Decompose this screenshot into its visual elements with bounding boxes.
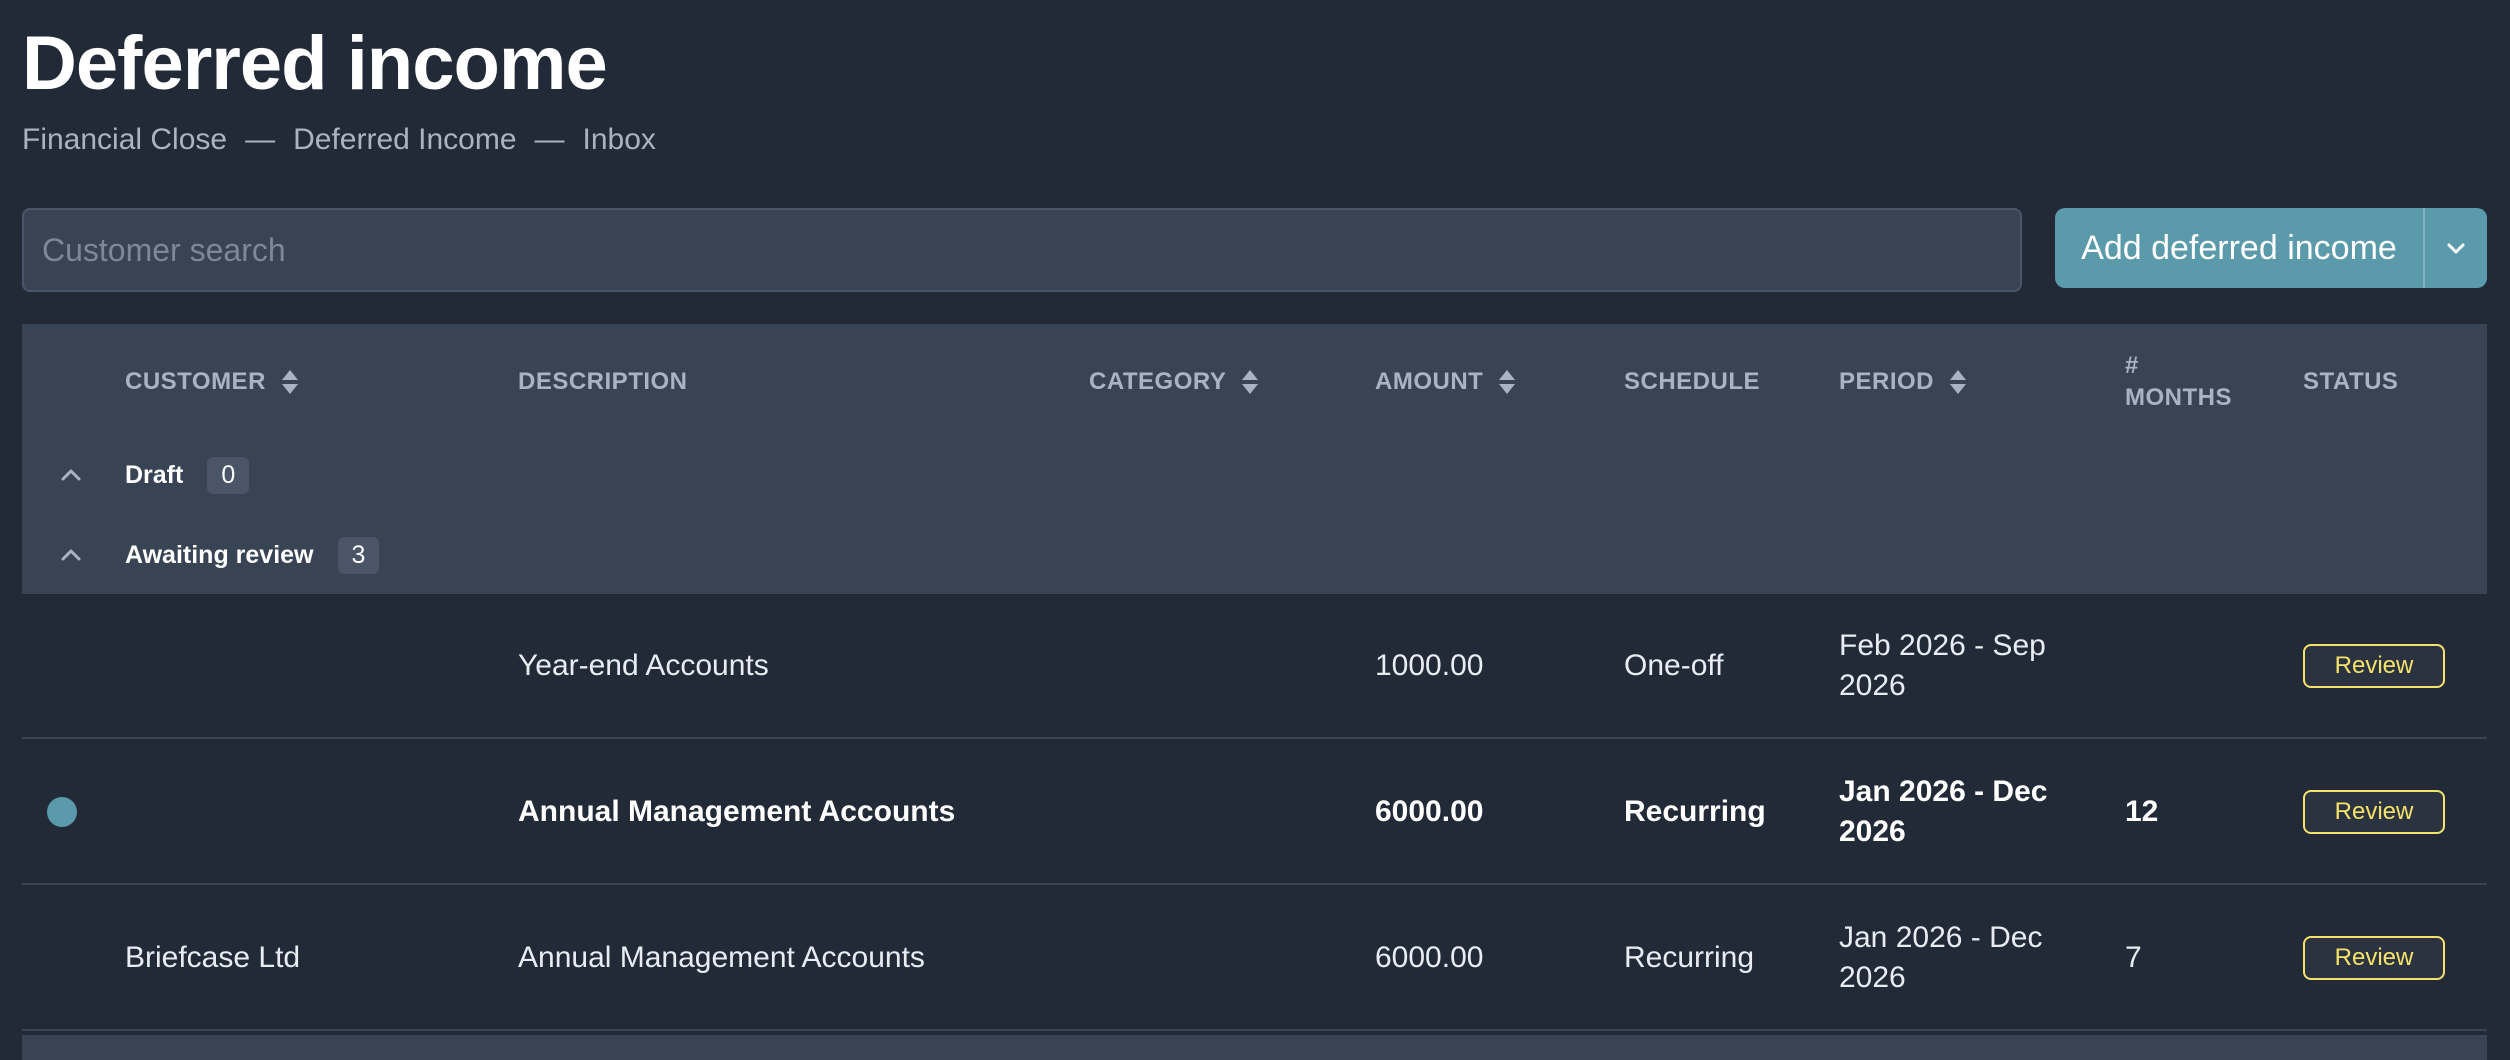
unread-indicator-dot xyxy=(47,796,77,827)
table-header: CUSTOMER DESCRIPTION CATEGORY AMOUNT SCH… xyxy=(22,324,2487,594)
cell-amount: 6000.00 xyxy=(1375,794,1484,828)
page: Deferred income Financial Close — Deferr… xyxy=(0,0,2510,1060)
review-button[interactable]: Review xyxy=(2303,643,2445,688)
cell-period-line1: Jan 2026 - Dec xyxy=(1839,774,2048,808)
cell-months: 12 xyxy=(2125,794,2159,828)
column-header-description: DESCRIPTION xyxy=(518,366,688,398)
cell-description: Year-end Accounts xyxy=(518,648,769,682)
cell-customer: Briefcase Ltd xyxy=(125,940,301,974)
table-row[interactable]: Briefcase Ltd Annual Management Accounts… xyxy=(22,886,2487,1031)
table-row[interactable]: Year-end Accounts 1000.00 One-off Feb 20… xyxy=(22,594,2487,739)
add-options-dropdown-button[interactable] xyxy=(2423,208,2487,288)
column-header-category[interactable]: CATEGORY xyxy=(1089,366,1260,398)
page-title: Deferred income xyxy=(22,21,608,106)
cell-period-line2: 2026 xyxy=(1839,668,1906,702)
column-header-period[interactable]: PERIOD xyxy=(1839,366,1968,398)
column-header-customer-label: CUSTOMER xyxy=(125,368,266,395)
table-row[interactable]: Annual Management Accounts 6000.00 Recur… xyxy=(22,740,2487,885)
column-header-amount[interactable]: AMOUNT xyxy=(1375,366,1517,398)
cell-amount: 1000.00 xyxy=(1375,648,1484,682)
breadcrumb-separator: — xyxy=(534,123,565,156)
chevron-up-icon[interactable] xyxy=(56,460,86,490)
add-deferred-income-button[interactable]: Add deferred income xyxy=(2055,208,2423,288)
column-header-months-line1: # xyxy=(2125,352,2139,379)
column-header-amount-label: AMOUNT xyxy=(1375,368,1484,395)
chevron-down-icon xyxy=(2447,243,2465,254)
column-header-schedule-label: SCHEDULE xyxy=(1624,368,1761,395)
sort-icon[interactable] xyxy=(1497,368,1517,396)
cell-period-line2: 2026 xyxy=(1839,960,1906,994)
cell-description: Annual Management Accounts xyxy=(518,940,925,974)
column-header-description-label: DESCRIPTION xyxy=(518,368,688,395)
cell-period-line2: 2026 xyxy=(1839,814,1906,848)
group-title: Awaiting review xyxy=(125,540,314,569)
sort-icon[interactable] xyxy=(280,368,300,396)
cell-period: Jan 2026 - Dec 2026 xyxy=(1839,772,2047,852)
review-button[interactable]: Review xyxy=(2303,935,2445,980)
sort-icon[interactable] xyxy=(1240,368,1260,396)
cell-months: 7 xyxy=(2125,940,2142,974)
customer-search-input[interactable] xyxy=(22,208,2022,292)
group-count-badge: 3 xyxy=(337,536,380,574)
breadcrumb-separator: — xyxy=(245,123,276,156)
cell-schedule: Recurring xyxy=(1624,940,1755,974)
group-label-awaiting-review: Awaiting review 3 xyxy=(125,536,380,574)
add-deferred-income-split-button: Add deferred income xyxy=(2055,208,2487,288)
group-title: Draft xyxy=(125,460,184,489)
cell-period: Feb 2026 - Sep 2026 xyxy=(1839,626,2046,706)
breadcrumb-item-deferred-income[interactable]: Deferred Income xyxy=(293,122,516,158)
review-button[interactable]: Review xyxy=(2303,789,2445,834)
column-header-status-label: STATUS xyxy=(2303,368,2399,395)
breadcrumb-item-financial-close[interactable]: Financial Close xyxy=(22,122,227,158)
cell-amount: 6000.00 xyxy=(1375,940,1484,974)
cell-description: Annual Management Accounts xyxy=(518,794,956,828)
chevron-up-icon[interactable] xyxy=(56,540,86,570)
column-header-months: # MONTHS xyxy=(2125,350,2232,414)
column-header-period-label: PERIOD xyxy=(1839,368,1935,395)
column-header-status: STATUS xyxy=(2303,366,2398,398)
cell-schedule: One-off xyxy=(1624,648,1724,682)
next-group-row xyxy=(22,1035,2487,1060)
column-header-customer[interactable]: CUSTOMER xyxy=(125,366,300,398)
sort-icon[interactable] xyxy=(1948,368,1968,396)
group-row-draft: Draft 0 xyxy=(22,445,2487,505)
cell-period-line1: Jan 2026 - Dec xyxy=(1839,920,2043,954)
column-header-category-label: CATEGORY xyxy=(1089,368,1227,395)
group-label-draft: Draft 0 xyxy=(125,456,250,494)
group-row-awaiting-review: Awaiting review 3 xyxy=(22,525,2487,585)
column-header-months-line2: MONTHS xyxy=(2125,384,2232,411)
group-count-badge: 0 xyxy=(207,456,250,494)
cell-period-line1: Feb 2026 - Sep xyxy=(1839,628,2046,662)
cell-schedule: Recurring xyxy=(1624,794,1766,828)
cell-period: Jan 2026 - Dec 2026 xyxy=(1839,918,2042,998)
column-header-schedule: SCHEDULE xyxy=(1624,366,1760,398)
breadcrumb: Financial Close — Deferred Income — Inbo… xyxy=(22,122,656,158)
breadcrumb-item-inbox[interactable]: Inbox xyxy=(583,122,656,158)
